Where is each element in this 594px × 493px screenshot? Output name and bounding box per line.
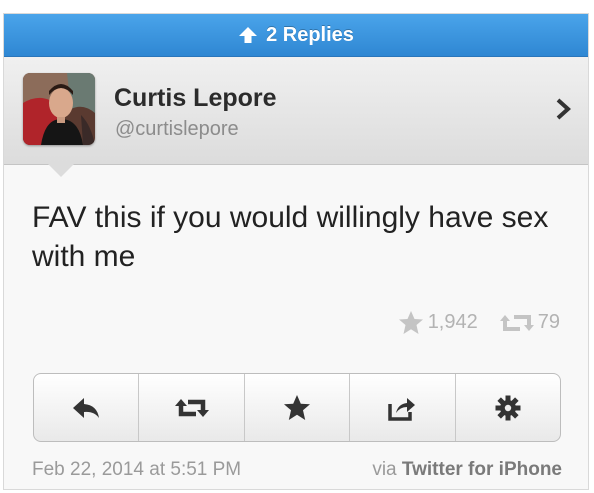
share-button[interactable]	[350, 374, 456, 441]
header-pointer	[48, 164, 74, 177]
user-handle: @curtislepore	[115, 118, 239, 140]
tweet-footer: Feb 22, 2014 at 5:51 PM via Twitter for …	[32, 459, 562, 481]
retweets-count: 79	[537, 311, 560, 333]
tweet-source[interactable]: via Twitter for iPhone	[372, 459, 562, 481]
retweet-icon	[499, 314, 534, 331]
favorite-button[interactable]	[245, 374, 351, 441]
reply-button[interactable]	[34, 374, 140, 441]
via-prefix: via	[372, 459, 397, 480]
tweet-text: FAV this if you would willingly have sex…	[32, 201, 549, 273]
arrow-up-icon	[239, 27, 258, 43]
reply-icon	[73, 397, 100, 418]
user-avatar[interactable]	[23, 73, 95, 145]
tweet-stats: 1,942 79	[398, 310, 560, 335]
replies-label: 2 Replies	[266, 23, 354, 46]
retweets-stat[interactable]: 79	[499, 311, 560, 334]
tweet-timestamp: Feb 22, 2014 at 5:51 PM	[32, 459, 242, 480]
user-header[interactable]: Curtis Lepore @curtislepore	[4, 57, 588, 165]
favorites-count: 1,942	[427, 311, 478, 333]
share-icon	[388, 397, 416, 421]
star-icon	[284, 395, 311, 420]
tweet-detail-view: 2 Replies Curtis Lepore @curtislepore FA…	[3, 13, 589, 490]
favorites-stat[interactable]: 1,942	[398, 310, 478, 335]
tweet-action-bar	[33, 373, 561, 442]
gear-icon	[495, 395, 521, 420]
chevron-right-icon[interactable]	[556, 98, 572, 120]
star-icon	[398, 311, 423, 334]
retweet-icon	[174, 398, 209, 417]
settings-button[interactable]	[456, 374, 560, 441]
replies-button[interactable]: 2 Replies	[4, 14, 588, 57]
source-app[interactable]: Twitter for iPhone	[402, 459, 562, 480]
retweet-button[interactable]	[139, 374, 245, 441]
display-name: Curtis Lepore	[114, 84, 277, 112]
